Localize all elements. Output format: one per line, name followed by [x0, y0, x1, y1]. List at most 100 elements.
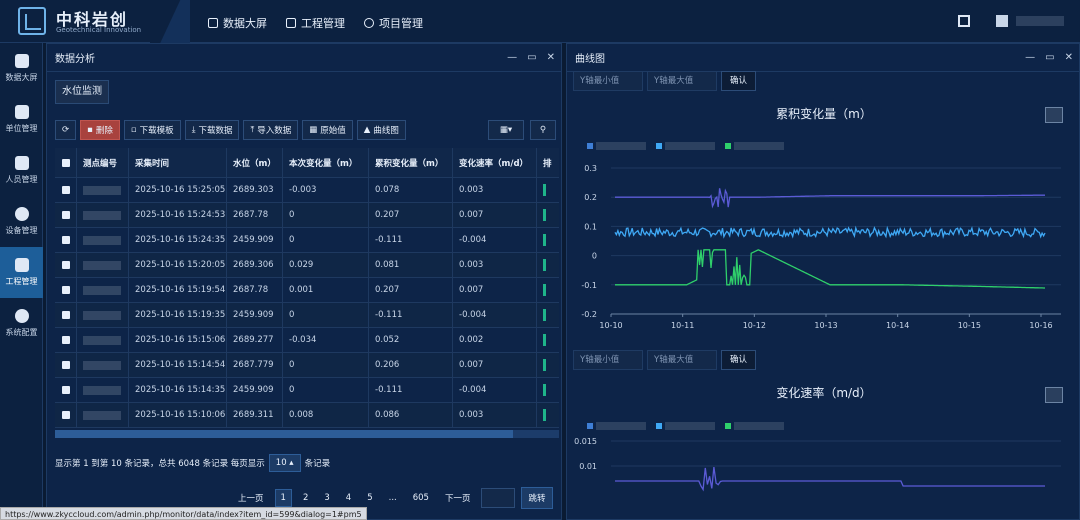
nav-item-mgmt[interactable]: 项目管理	[364, 15, 423, 31]
table-cell: 2025-10-16 15:14:54	[129, 353, 227, 377]
sidebar-item-people[interactable]: 人员管理	[0, 145, 43, 196]
row-checkbox[interactable]	[55, 353, 77, 377]
table-row[interactable]: 2025-10-16 15:10:06 2689.311 0.008 0.086 0.0…	[55, 403, 559, 428]
row-checkbox[interactable]	[55, 403, 77, 427]
row-checkbox[interactable]	[55, 203, 77, 227]
sidebar-item-label: 数据大屏	[5, 73, 38, 82]
prev-page-button[interactable]: 上一页	[233, 489, 269, 507]
legend-item[interactable]	[725, 142, 784, 150]
col-time[interactable]: 采集时间	[129, 148, 227, 177]
page-605[interactable]: 605	[408, 490, 434, 506]
curve-chart-button[interactable]: ▲ 曲线图	[356, 120, 406, 140]
sidebar-item-devices[interactable]: 设备管理	[0, 196, 43, 247]
sidebar-item-projects[interactable]: 工程管理	[0, 247, 43, 298]
download-template-button[interactable]: ▫ 下载模板	[123, 120, 181, 140]
y-tick-label: 0.015	[574, 437, 597, 446]
table-row[interactable]: 2025-10-16 15:24:53 2687.78 0 0.207 0.007	[55, 203, 559, 228]
table-row[interactable]: 2025-10-16 15:14:54 2687.779 0 0.206 0.007	[55, 353, 559, 378]
next-page-button[interactable]: 下一页	[440, 489, 476, 507]
table-row[interactable]: 2025-10-16 15:24:35 2459.909 0 -0.111 -0.004	[55, 228, 559, 253]
search-button[interactable]: ⚲	[530, 120, 556, 140]
nav-data-screen[interactable]: 数据大屏	[208, 15, 267, 31]
col-water-level[interactable]: 水位（m）	[227, 148, 283, 177]
maximize-icon[interactable]: ▭	[1045, 52, 1054, 63]
username-blurred[interactable]	[1016, 16, 1064, 26]
nav-label: 工程管理	[301, 17, 345, 30]
horizontal-scrollbar[interactable]	[55, 430, 559, 438]
x-tick-label: 10-16	[1029, 321, 1052, 330]
cube-icon	[208, 18, 218, 28]
page-2[interactable]: 2	[298, 490, 313, 506]
chart-menu-icon-2[interactable]	[1045, 387, 1063, 403]
legend-item[interactable]	[587, 422, 646, 430]
point-id-blurred	[77, 203, 129, 227]
download-data-button[interactable]: ⤓ 下载数据	[184, 120, 240, 140]
confirm-button[interactable]: 确认	[721, 71, 757, 91]
fullscreen-icon[interactable]	[958, 15, 970, 27]
y-min-input-2[interactable]: Y轴最小值	[573, 350, 643, 370]
import-data-button[interactable]: ⤒ 导入数据	[243, 120, 299, 140]
row-checkbox[interactable]	[55, 303, 77, 327]
col-point-id[interactable]: 测点编号	[77, 148, 129, 177]
row-checkbox[interactable]	[55, 328, 77, 352]
minimize-icon[interactable]: —	[1025, 52, 1035, 63]
col-change[interactable]: 本次变化量（m）	[283, 148, 369, 177]
table-row[interactable]: 2025-10-16 15:20:05 2689.306 0.029 0.081 0.0…	[55, 253, 559, 278]
table-row[interactable]: 2025-10-16 15:19:35 2459.909 0 -0.111 -0.004	[55, 303, 559, 328]
raw-values-button[interactable]: ▦ 原始值	[302, 120, 353, 140]
y-max-input[interactable]: Y轴最大值	[647, 71, 717, 91]
col-rate[interactable]: 变化速率（m/d）	[453, 148, 537, 177]
data-analysis-panel: 数据分析 — ▭ ✕ 水位监测 ⟳ ▪ 删除 ▫ 下载模板 ⤓ 下载数据 ⤒ 导入数据 ▦ 原…	[46, 43, 562, 520]
chart-menu-icon[interactable]	[1045, 107, 1063, 123]
col-cum-change[interactable]: 累积变化量（m）	[369, 148, 453, 177]
maximize-icon[interactable]: ▭	[527, 52, 536, 63]
chart-legend-2	[587, 422, 784, 430]
refresh-button[interactable]: ⟳	[55, 120, 77, 140]
table-row[interactable]: 2025-10-16 15:14:35 2459.909 0 -0.111 -0.004	[55, 378, 559, 403]
sidebar-item-units[interactable]: 单位管理	[0, 94, 43, 145]
sidebar-item-config[interactable]: 系统配置	[0, 298, 43, 349]
nav-project-mgmt[interactable]: 工程管理	[286, 15, 345, 31]
close-icon[interactable]: ✕	[547, 52, 555, 63]
row-checkbox[interactable]	[55, 378, 77, 402]
page-1[interactable]: 1	[274, 489, 292, 507]
table-row[interactable]: 2025-10-16 15:15:06 2689.277 -0.034 0.052 0.…	[55, 328, 559, 353]
legend-item[interactable]	[587, 142, 646, 150]
sidebar-item-data-screen[interactable]: 数据大屏	[0, 43, 43, 94]
point-id-blurred	[77, 328, 129, 352]
page-3[interactable]: 3	[319, 490, 334, 506]
y-max-input-2[interactable]: Y轴最大值	[647, 350, 717, 370]
confirm-button-2[interactable]: 确认	[721, 350, 757, 370]
table-row[interactable]: 2025-10-16 15:25:05 2689.303 -0.003 0.078 0.…	[55, 178, 559, 203]
page-4[interactable]: 4	[341, 490, 356, 506]
scrollbar-thumb[interactable]	[55, 430, 513, 438]
y-min-input[interactable]: Y轴最小值	[573, 71, 643, 91]
calendar-check-icon	[14, 105, 29, 119]
legend-item[interactable]	[725, 422, 784, 430]
legend-item[interactable]	[656, 422, 715, 430]
circle-icon	[364, 18, 374, 28]
minimize-icon[interactable]: —	[507, 52, 517, 63]
table-cell: 2459.909	[227, 228, 283, 252]
legend-item[interactable]	[656, 142, 715, 150]
select-all-checkbox[interactable]	[55, 148, 77, 177]
row-checkbox[interactable]	[55, 253, 77, 277]
avatar[interactable]	[996, 15, 1008, 27]
columns-button[interactable]: ▦▾	[488, 120, 524, 140]
col-extra[interactable]: 排	[537, 148, 559, 177]
row-checkbox[interactable]	[55, 278, 77, 302]
row-checkbox[interactable]	[55, 178, 77, 202]
y-tick-label: 0	[592, 252, 597, 261]
table-cell: 0.001	[283, 278, 369, 302]
tab-water-level[interactable]: 水位监测	[55, 80, 109, 104]
table-row[interactable]: 2025-10-16 15:19:54 2687.78 0.001 0.207 0.00…	[55, 278, 559, 303]
row-checkbox[interactable]	[55, 228, 77, 252]
page-size-select[interactable]: 10 ▴	[268, 454, 301, 472]
page-5[interactable]: 5	[362, 490, 377, 506]
jump-button[interactable]: 跳转	[521, 487, 553, 509]
page-jump-input[interactable]	[481, 488, 516, 508]
cube-icon	[14, 54, 29, 68]
close-icon[interactable]: ✕	[1065, 52, 1073, 63]
delete-button[interactable]: ▪ 删除	[80, 120, 120, 140]
series-line	[614, 225, 1046, 239]
